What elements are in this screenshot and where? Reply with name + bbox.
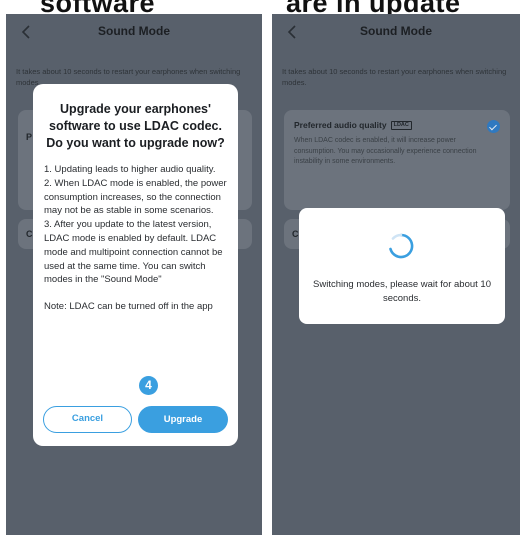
caption-left: software: [40, 0, 155, 14]
card-title-text: Preferred audio quality: [294, 120, 387, 130]
step-number-badge: 4: [139, 376, 158, 395]
dialog-item-1: 1. Updating leads to higher audio qualit…: [44, 164, 216, 175]
nav-bar: Sound Mode: [6, 14, 262, 50]
nav-bar: Sound Mode: [272, 14, 520, 50]
card-title-peek-2: C: [26, 229, 33, 239]
restart-hint: It takes about 10 seconds to restart you…: [282, 67, 507, 87]
dialog-item-3: 3. After you update to the latest versio…: [44, 219, 223, 286]
loading-spinner-icon: [389, 233, 414, 259]
caption-right: are in update: [286, 0, 461, 14]
card-title: Preferred audio quality LDAC: [294, 120, 412, 131]
dialog-item-2: 2. When LDAC mode is enabled, the power …: [44, 177, 227, 217]
page-title: Sound Mode: [360, 24, 432, 38]
audio-quality-card[interactable]: Preferred audio quality LDAC When LDAC co…: [284, 110, 510, 210]
card-title-peek: C: [292, 229, 299, 239]
switching-message: Switching modes, please wait for about 1…: [313, 279, 491, 304]
ldac-badge: LDAC: [390, 121, 412, 131]
dialog-body: 1. Updating leads to higher audio qualit…: [44, 163, 227, 287]
card-title-peek: P: [26, 132, 33, 142]
upgrade-dialog: Upgrade your earphones' software to use …: [33, 84, 238, 446]
switching-modal: Switching modes, please wait for about 1…: [299, 208, 505, 324]
upgrade-button[interactable]: Upgrade: [138, 406, 228, 433]
top-caption: software are in update: [0, 0, 526, 14]
phone-screen-switching: Sound Mode It takes about 10 seconds to …: [272, 14, 520, 535]
phone-screen-upgrade: Sound Mode It takes about 10 seconds to …: [6, 14, 262, 535]
dialog-title: Upgrade your earphones' software to use …: [46, 102, 225, 150]
selected-check-icon: [487, 120, 500, 133]
dialog-note: Note: LDAC can be turned off in the app: [44, 301, 213, 313]
page-title: Sound Mode: [98, 24, 170, 38]
cancel-button[interactable]: Cancel: [43, 406, 132, 433]
card-description: When LDAC codec is enabled, it will incr…: [294, 137, 477, 165]
